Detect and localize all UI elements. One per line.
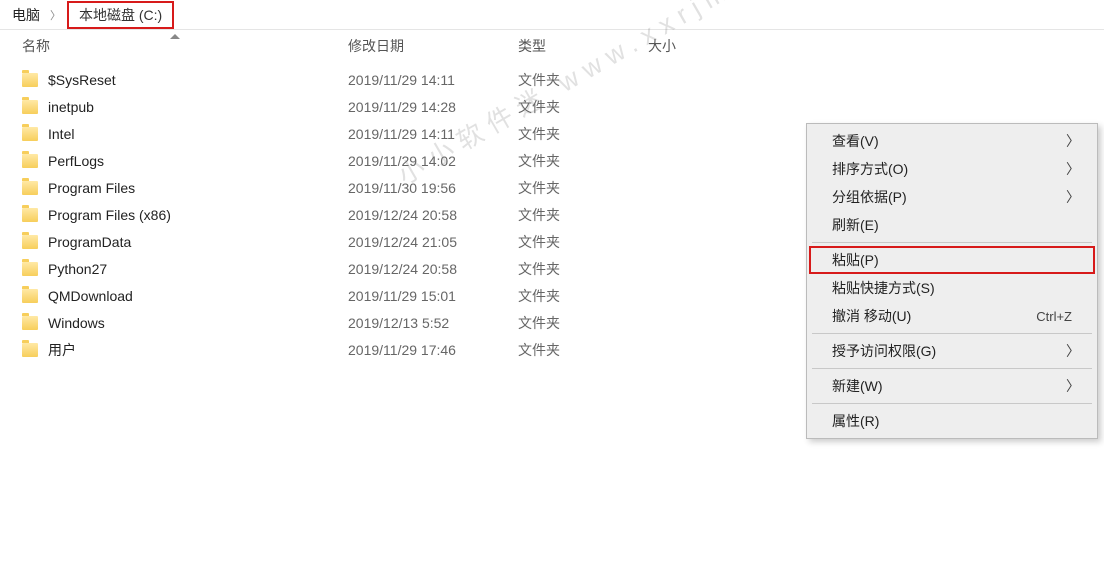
menu-item-properties[interactable]: 属性(R) <box>810 407 1094 435</box>
menu-item-undo[interactable]: 撤消 移动(U)Ctrl+Z <box>810 302 1094 330</box>
menu-item-group[interactable]: 分组依据(P)〉 <box>810 183 1094 211</box>
breadcrumb-item-drive-c[interactable]: 本地磁盘 (C:) <box>67 1 174 29</box>
menu-item-view[interactable]: 查看(V)〉 <box>810 127 1094 155</box>
menu-separator <box>812 333 1092 334</box>
folder-icon <box>22 100 38 114</box>
menu-item-access[interactable]: 授予访问权限(G)〉 <box>810 337 1094 365</box>
column-header-type[interactable]: 类型 <box>518 36 648 56</box>
context-menu: 查看(V)〉 排序方式(O)〉 分组依据(P)〉 刷新(E) 粘贴(P) 粘贴快… <box>806 123 1098 439</box>
file-row[interactable]: $SysReset2019/11/29 14:11文件夹 <box>0 66 1104 93</box>
menu-item-refresh[interactable]: 刷新(E) <box>810 211 1094 239</box>
menu-item-paste[interactable]: 粘贴(P) <box>809 246 1095 274</box>
folder-icon <box>22 316 38 330</box>
menu-item-new[interactable]: 新建(W)〉 <box>810 372 1094 400</box>
menu-separator <box>812 368 1092 369</box>
folder-icon <box>22 289 38 303</box>
file-row[interactable]: inetpub2019/11/29 14:28文件夹 <box>0 93 1104 120</box>
chevron-right-icon: 〉 <box>1066 376 1080 396</box>
chevron-right-icon: 〉 <box>1066 131 1080 151</box>
column-headers: 名称 修改日期 类型 大小 <box>0 30 1104 62</box>
column-header-name[interactable]: 名称 <box>22 36 348 56</box>
chevron-right-icon: 〉 <box>48 7 63 23</box>
breadcrumb[interactable]: 电脑 〉 本地磁盘 (C:) <box>0 0 1104 30</box>
folder-icon <box>22 154 38 168</box>
column-header-date[interactable]: 修改日期 <box>348 36 518 56</box>
column-header-size[interactable]: 大小 <box>648 36 748 56</box>
menu-separator <box>812 403 1092 404</box>
chevron-right-icon: 〉 <box>1066 341 1080 361</box>
folder-icon <box>22 127 38 141</box>
folder-icon <box>22 343 38 357</box>
breadcrumb-item-computer[interactable]: 电脑 <box>4 1 48 29</box>
folder-icon <box>22 181 38 195</box>
chevron-right-icon: 〉 <box>1066 187 1080 207</box>
menu-item-paste-shortcut[interactable]: 粘贴快捷方式(S) <box>810 274 1094 302</box>
folder-icon <box>22 73 38 87</box>
folder-icon <box>22 262 38 276</box>
menu-item-sort[interactable]: 排序方式(O)〉 <box>810 155 1094 183</box>
chevron-right-icon: 〉 <box>1066 159 1080 179</box>
sort-arrow-icon <box>170 34 180 39</box>
folder-icon <box>22 235 38 249</box>
folder-icon <box>22 208 38 222</box>
menu-separator <box>812 242 1092 243</box>
